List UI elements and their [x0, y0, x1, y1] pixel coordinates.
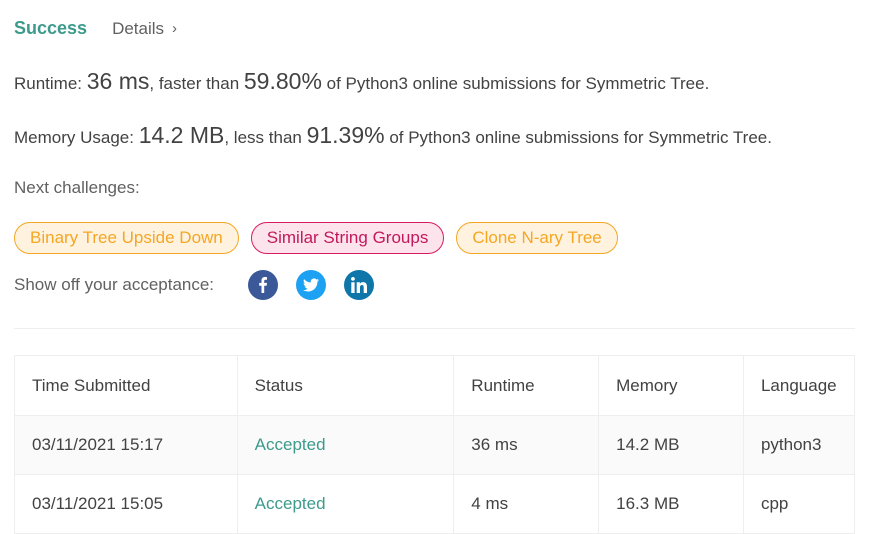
section-divider [14, 328, 855, 329]
cell-language: python3 [742, 415, 856, 475]
status-link[interactable]: Accepted [255, 435, 326, 454]
runtime-percent: 59.80% [243, 68, 322, 94]
column-header-status[interactable]: Status [236, 355, 455, 416]
column-header-language[interactable]: Language [742, 355, 856, 416]
challenge-chip-similar-string-groups[interactable]: Similar String Groups [250, 222, 445, 254]
cell-memory: 16.3 MB [598, 474, 744, 534]
next-challenges-list: Binary Tree Upside Down Similar String G… [14, 222, 618, 254]
linkedin-icon[interactable] [344, 270, 375, 300]
runtime-prefix: Runtime: [14, 74, 87, 93]
memory-suffix: of Python3 online submissions for Symmet… [384, 128, 772, 147]
cell-memory: 14.2 MB [598, 415, 744, 475]
memory-percent: 91.39% [306, 122, 385, 148]
runtime-middle: , faster than [149, 74, 244, 93]
cell-runtime: 36 ms [453, 415, 600, 475]
column-header-memory[interactable]: Memory [598, 355, 744, 416]
share-section: Show off your acceptance: [14, 270, 375, 300]
cell-time-submitted: 03/11/2021 15:17 [14, 415, 238, 475]
chevron-right-icon: › [172, 20, 178, 37]
status-title: Success [14, 18, 88, 38]
column-header-time-submitted[interactable]: Time Submitted [14, 355, 238, 416]
next-challenges-label: Next challenges: [14, 178, 140, 197]
details-label: Details [112, 18, 165, 38]
challenge-chip-binary-tree-upside-down[interactable]: Binary Tree Upside Down [14, 222, 239, 254]
table-row: 03/11/2021 15:17 Accepted 36 ms 14.2 MB … [14, 415, 856, 475]
cell-language: cpp [742, 474, 856, 534]
memory-middle: , less than [224, 128, 307, 147]
submissions-table: Time Submitted Status Runtime Memory Lan… [14, 355, 856, 534]
facebook-icon[interactable] [248, 270, 279, 300]
runtime-value: 36 ms [86, 68, 150, 94]
column-header-runtime[interactable]: Runtime [453, 355, 600, 416]
memory-value: 14.2 MB [138, 122, 225, 148]
cell-runtime: 4 ms [453, 474, 600, 534]
status-link[interactable]: Accepted [255, 494, 326, 513]
table-row: 03/11/2021 15:05 Accepted 4 ms 16.3 MB c… [14, 474, 856, 534]
share-label: Show off your acceptance: [14, 275, 215, 294]
runtime-suffix: of Python3 online submissions for Symmet… [321, 74, 710, 93]
cell-time-submitted: 03/11/2021 15:05 [14, 474, 238, 534]
memory-summary: Memory Usage: 14.2 MB, less than 91.39% … [14, 122, 772, 149]
table-header-row: Time Submitted Status Runtime Memory Lan… [14, 355, 856, 416]
memory-prefix: Memory Usage: [14, 128, 139, 147]
result-header: Success Details › [14, 18, 177, 39]
details-link[interactable]: Details › [112, 19, 177, 39]
twitter-icon[interactable] [296, 270, 327, 300]
runtime-summary: Runtime: 36 ms, faster than 59.80% of Py… [14, 68, 709, 95]
challenge-chip-clone-n-ary-tree[interactable]: Clone N-ary Tree [456, 222, 618, 254]
